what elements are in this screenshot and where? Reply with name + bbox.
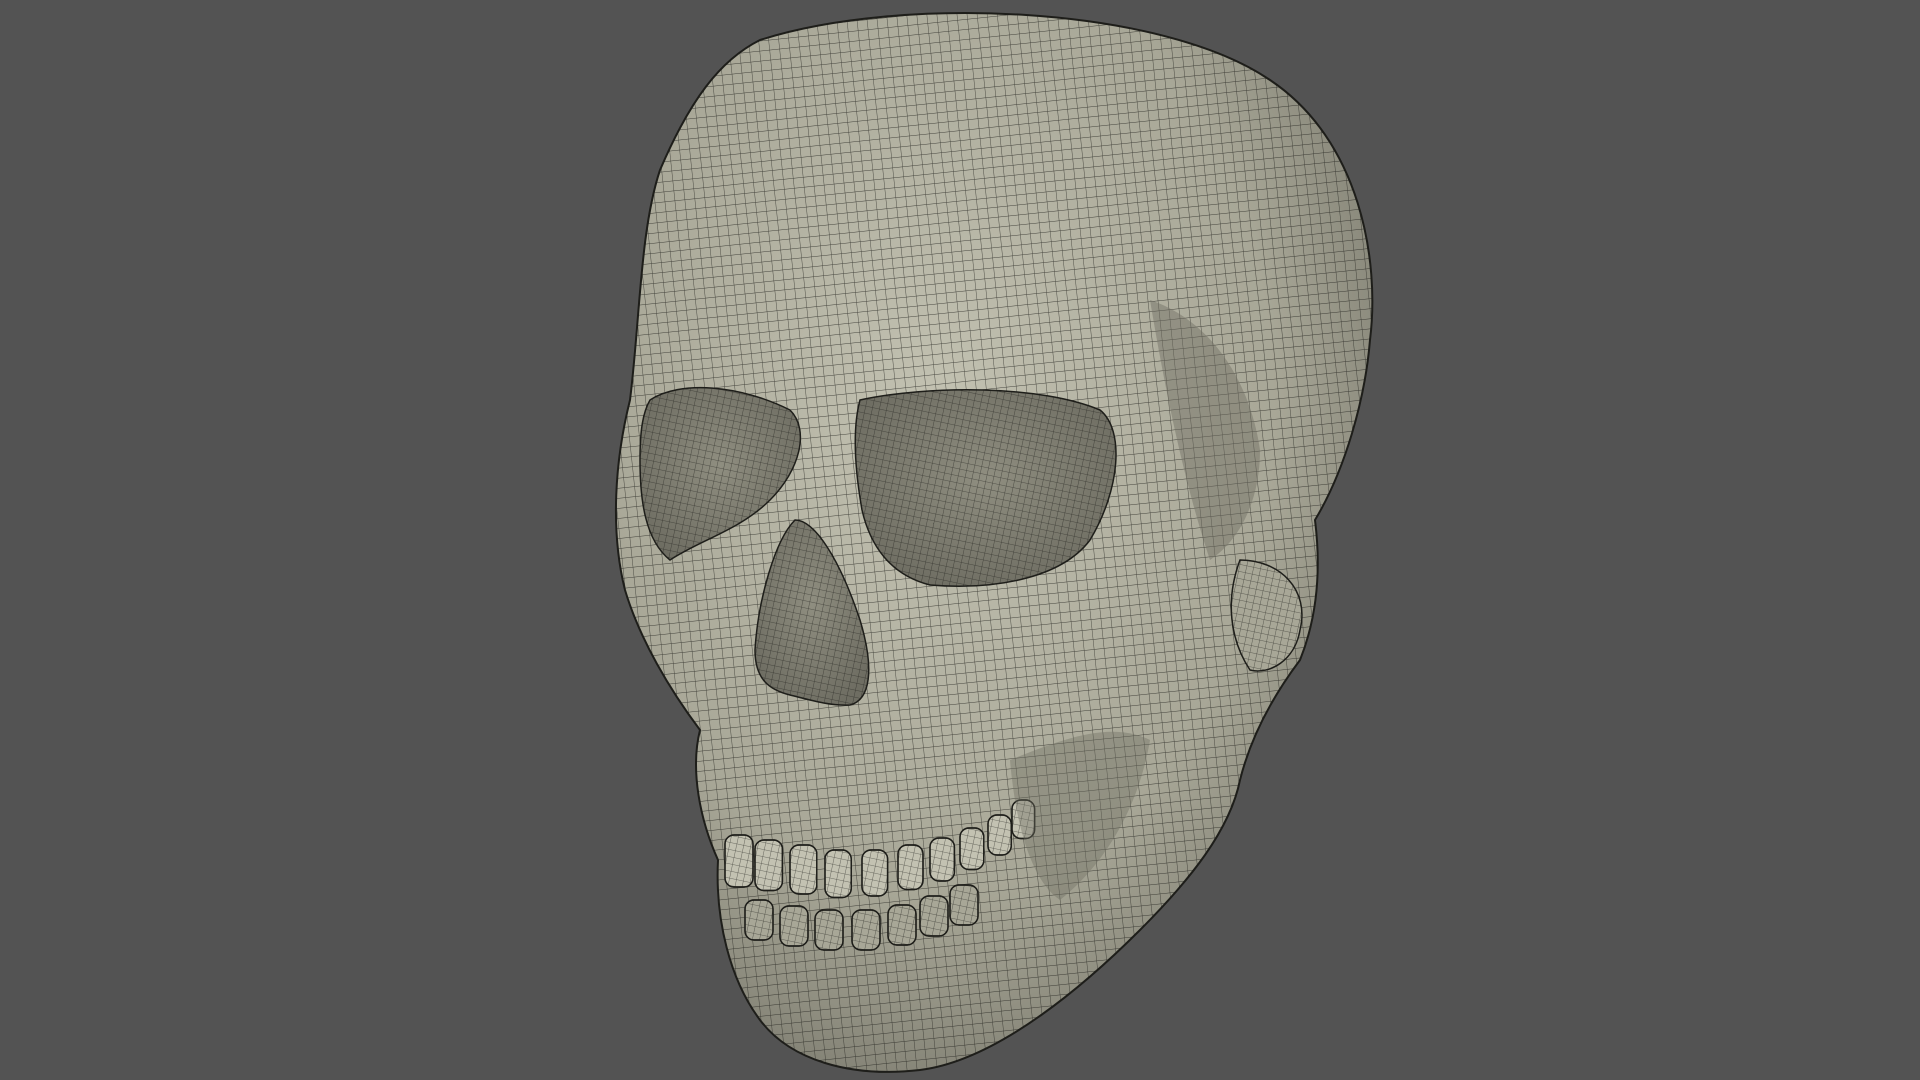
3d-viewport[interactable] <box>0 0 1920 1080</box>
tooth-upper-wire <box>959 827 985 871</box>
tooth-lower-wire <box>814 909 844 951</box>
tooth-upper-wire <box>824 849 852 899</box>
tooth-upper-wire <box>987 814 1012 856</box>
tooth-lower-wire <box>744 899 774 941</box>
tooth-upper-wire <box>724 834 754 888</box>
tooth-lower-wire <box>949 884 979 926</box>
tooth-lower-wire <box>779 905 809 947</box>
tooth-upper-wire <box>789 844 818 895</box>
tooth-lower-wire <box>887 904 917 946</box>
tooth-lower-wire <box>851 909 881 951</box>
tooth-upper-wire <box>929 837 956 882</box>
tooth-lower-wire <box>919 895 949 937</box>
skull-model[interactable] <box>0 0 1920 1080</box>
tooth-upper-wire <box>861 849 889 897</box>
tooth-upper-wire <box>754 839 784 892</box>
tooth-upper-wire <box>897 844 924 891</box>
